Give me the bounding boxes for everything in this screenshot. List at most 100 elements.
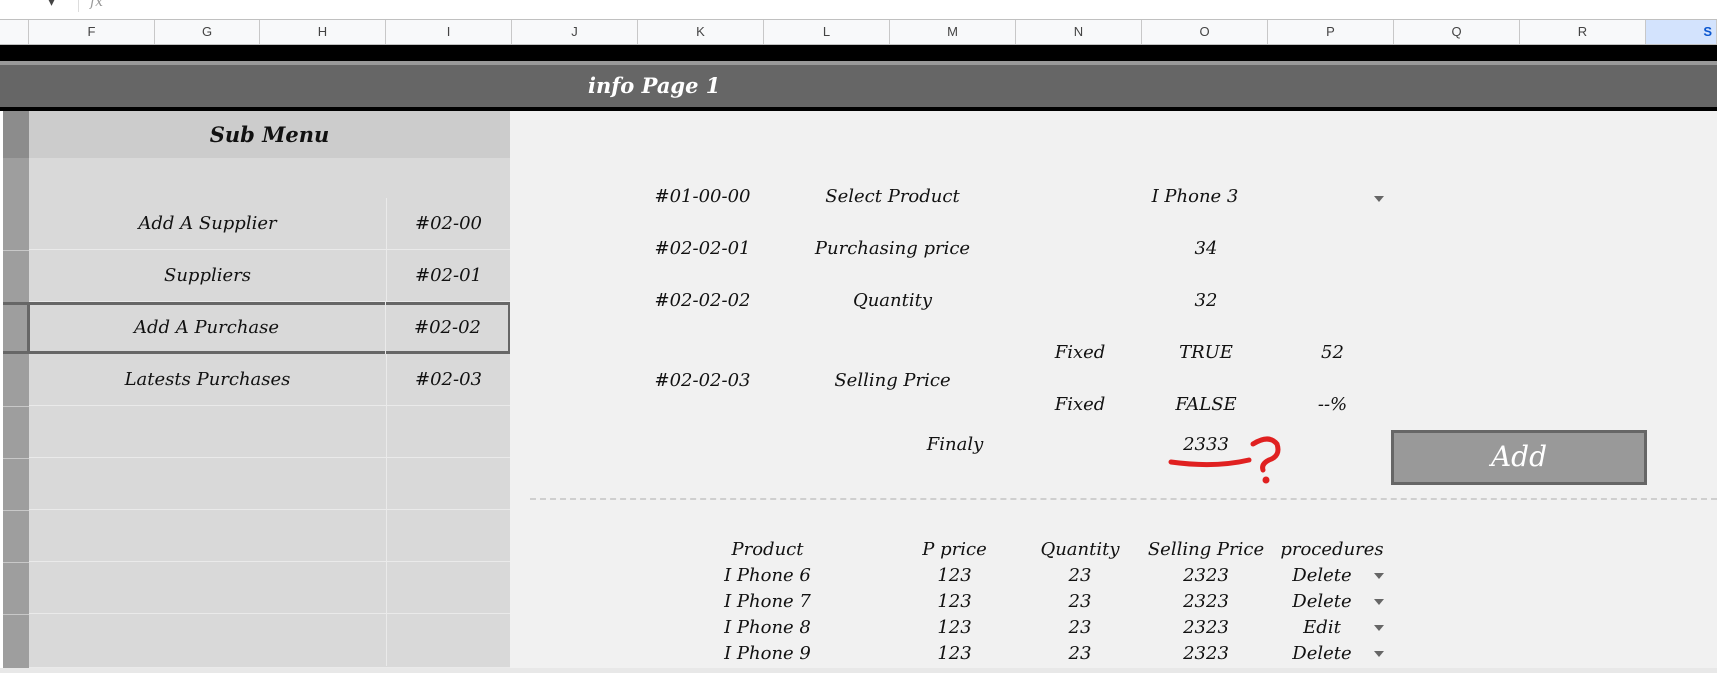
table-header-procedures: procedures — [1280, 539, 1384, 560]
product-code: #01-00-00 — [654, 186, 751, 207]
empty-cell — [386, 510, 510, 562]
cell-selling-price: 2323 — [1183, 565, 1229, 586]
column-header-i[interactable]: I — [386, 20, 512, 44]
empty-menu-row — [29, 406, 510, 458]
table-header-product: Product — [731, 539, 804, 560]
fixed-label: Fixed — [1054, 394, 1106, 415]
sub-menu-item-code: #02-02 — [385, 302, 509, 354]
cell-p-price: 123 — [937, 643, 972, 664]
cell-selling-price: 2323 — [1183, 643, 1229, 664]
cell-product: I Phone 8 — [724, 617, 811, 638]
column-header-g[interactable]: G — [155, 20, 260, 44]
purchasing-code: #02-02-01 — [654, 238, 751, 259]
formula-bar — [0, 0, 1717, 18]
selling-code: #02-02-03 — [654, 370, 751, 391]
divider — [3, 562, 29, 563]
quantity-label: Quantity — [852, 290, 933, 311]
horizontal-scrollbar[interactable] — [0, 668, 1717, 673]
empty-cell — [386, 562, 510, 614]
column-header-j[interactable]: J — [512, 20, 638, 44]
cell-product: I Phone 6 — [724, 565, 811, 586]
divider — [3, 614, 29, 615]
procedure-select[interactable]: Edit — [1272, 617, 1372, 638]
procedure-select[interactable]: Delete — [1272, 643, 1372, 664]
selling-price-label: Selling Price — [834, 370, 951, 391]
quantity-code: #02-02-02 — [654, 290, 751, 311]
procedure-select[interactable]: Delete — [1272, 565, 1372, 586]
sub-menu-item-add-supplier[interactable]: Add A Supplier #02-00 — [29, 198, 510, 250]
add-button[interactable]: Add — [1391, 430, 1647, 485]
sub-menu-item-code: #02-00 — [386, 198, 510, 250]
select-all-corner[interactable] — [0, 20, 29, 44]
sub-menu-title: Sub Menu — [209, 122, 330, 147]
column-header-r[interactable]: R — [1520, 20, 1646, 44]
finaly-label: Finaly — [926, 434, 984, 455]
row-gutter-active — [3, 302, 29, 354]
empty-menu-row — [29, 562, 510, 614]
dropdown-arrow-icon[interactable] — [1374, 599, 1384, 605]
row-gutter — [3, 111, 29, 673]
product-select[interactable]: I Phone 3 — [1120, 186, 1270, 207]
sub-menu-item-label: Add A Supplier — [138, 213, 277, 234]
cell-p-price: 123 — [937, 617, 972, 638]
empty-menu-row — [29, 614, 510, 668]
column-header-h[interactable]: H — [260, 20, 386, 44]
cell-quantity: 23 — [1068, 643, 1092, 664]
divider — [3, 458, 29, 459]
percent-amount-value[interactable]: --% — [1285, 394, 1380, 415]
divider — [3, 250, 29, 251]
page-banner: info Page 1 — [0, 65, 1717, 107]
row-gutter-header — [3, 111, 29, 158]
select-product-label: Select Product — [825, 186, 960, 207]
sub-menu-item-add-purchase[interactable]: Add A Purchase #02-02 — [27, 302, 511, 354]
procedure-select[interactable]: Delete — [1272, 591, 1372, 612]
sub-menu-item-latest-purchases[interactable]: Latests Purchases #02-03 — [29, 354, 510, 406]
column-header-m[interactable]: M — [890, 20, 1016, 44]
divider — [3, 510, 29, 511]
cell-selling-price: 2323 — [1183, 617, 1229, 638]
cell-product: I Phone 9 — [724, 643, 811, 664]
fixed-amount-value[interactable]: 52 — [1285, 342, 1380, 363]
column-header-o[interactable]: O — [1142, 20, 1268, 44]
cell-quantity: 23 — [1068, 565, 1092, 586]
column-header-f[interactable]: F — [29, 20, 155, 44]
fixed-toggle-value[interactable]: TRUE — [1150, 342, 1262, 363]
cell-p-price: 123 — [937, 565, 972, 586]
chevron-down-icon[interactable]: ▾ — [48, 0, 55, 10]
empty-cell — [386, 406, 510, 458]
sub-menu-item-suppliers[interactable]: Suppliers #02-01 — [29, 250, 510, 302]
sub-menu-item-label: Latests Purchases — [124, 369, 291, 390]
dashed-divider — [530, 498, 1717, 500]
sub-menu-item-code: #02-03 — [386, 354, 510, 406]
table-header-selling-price: Selling Price — [1147, 539, 1265, 560]
empty-cell — [386, 614, 510, 666]
column-header-k[interactable]: K — [638, 20, 764, 44]
purchasing-price-label: Purchasing price — [814, 238, 971, 259]
cell-quantity: 23 — [1068, 617, 1092, 638]
empty-menu-row — [29, 510, 510, 562]
dropdown-arrow-icon[interactable] — [1374, 196, 1384, 202]
divider — [3, 406, 29, 407]
column-header-p[interactable]: P — [1268, 20, 1394, 44]
empty-menu-row — [29, 458, 510, 510]
red-annotation-mark — [1168, 436, 1281, 484]
page-title: info Page 1 — [588, 73, 721, 98]
column-header-s[interactable]: S — [1646, 20, 1717, 44]
cell-p-price: 123 — [937, 591, 972, 612]
cell-quantity: 23 — [1068, 591, 1092, 612]
column-header-bar: F G H I J K L M N O P Q R S — [0, 19, 1717, 45]
divider — [78, 0, 79, 12]
dropdown-arrow-icon[interactable] — [1374, 573, 1384, 579]
column-header-l[interactable]: L — [764, 20, 890, 44]
table-header-p-price: P price — [922, 539, 987, 560]
fixed-label: Fixed — [1054, 342, 1106, 363]
purchasing-price-input[interactable]: 34 — [1150, 238, 1262, 259]
dropdown-arrow-icon[interactable] — [1374, 651, 1384, 657]
column-header-n[interactable]: N — [1016, 20, 1142, 44]
dropdown-arrow-icon[interactable] — [1374, 625, 1384, 631]
percent-toggle-value[interactable]: FALSE — [1150, 394, 1262, 415]
column-header-q[interactable]: Q — [1394, 20, 1520, 44]
sub-menu-item-label: Suppliers — [164, 265, 251, 286]
cell-product: I Phone 7 — [724, 591, 811, 612]
quantity-input[interactable]: 32 — [1150, 290, 1262, 311]
